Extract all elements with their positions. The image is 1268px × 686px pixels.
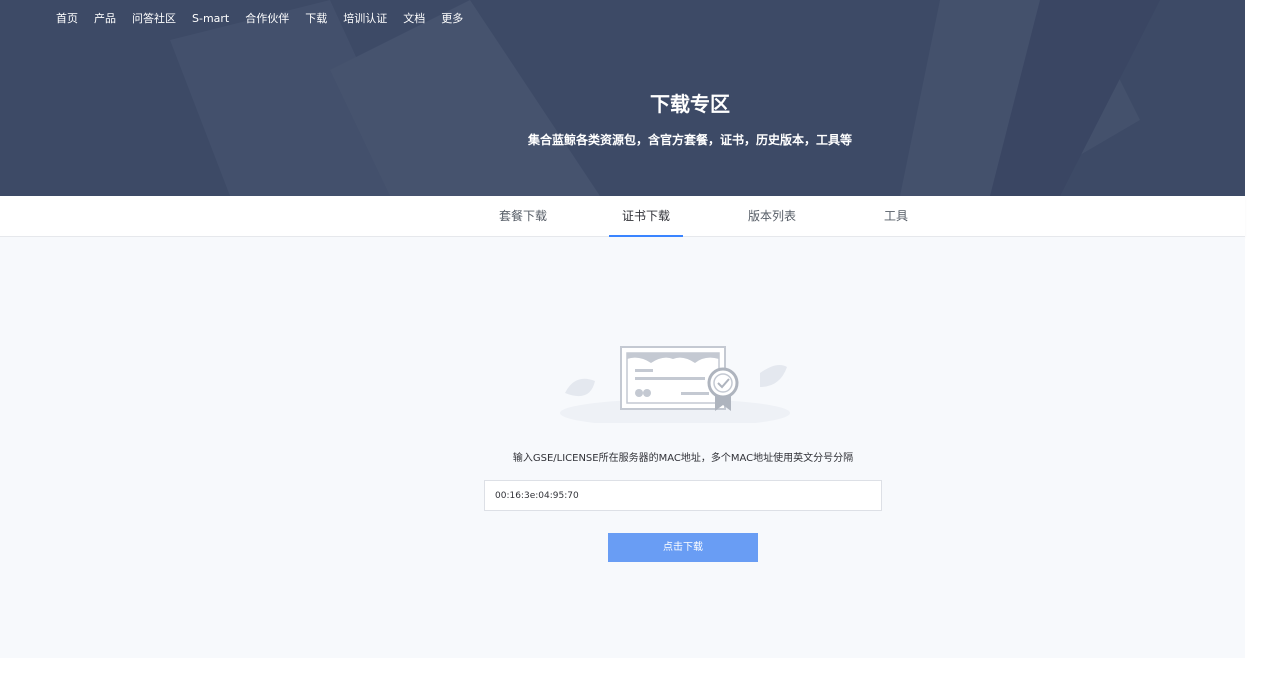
top-nav: 首页 产品 问答社区 S-mart 合作伙伴 下载 培训认证 文档 更多 bbox=[56, 11, 479, 27]
nav-item-download[interactable]: 下载 bbox=[305, 11, 327, 27]
page-subtitle: 集合蓝鲸各类资源包，含官方套餐，证书，历史版本，工具等 bbox=[527, 133, 852, 147]
nav-item-partners[interactable]: 合作伙伴 bbox=[245, 11, 289, 27]
hero-banner: 首页 产品 问答社区 S-mart 合作伙伴 下载 培训认证 文档 更多 下载专… bbox=[0, 0, 1245, 196]
mac-address-input[interactable] bbox=[484, 480, 882, 511]
tab-version-list[interactable]: 版本列表 bbox=[732, 196, 812, 237]
page-title: 下载专区 bbox=[650, 92, 730, 116]
nav-item-products[interactable]: 产品 bbox=[94, 11, 116, 27]
certificate-panel: 输入GSE/LICENSE所在服务器的MAC地址，多个MAC地址使用英文分号分隔… bbox=[0, 237, 1245, 658]
download-button[interactable]: 点击下载 bbox=[608, 533, 758, 562]
tab-bar: 套餐下载 证书下载 版本列表 工具 bbox=[0, 196, 1245, 237]
nav-item-home[interactable]: 首页 bbox=[56, 11, 78, 27]
tab-certificate-download[interactable]: 证书下载 bbox=[609, 196, 683, 237]
page: 首页 产品 问答社区 S-mart 合作伙伴 下载 培训认证 文档 更多 下载专… bbox=[0, 0, 1268, 686]
tab-package-download[interactable]: 套餐下载 bbox=[483, 196, 563, 237]
nav-item-training[interactable]: 培训认证 bbox=[343, 11, 387, 27]
nav-item-community[interactable]: 问答社区 bbox=[132, 11, 176, 27]
certificate-icon bbox=[560, 346, 790, 423]
nav-item-smart[interactable]: S-mart bbox=[192, 11, 229, 27]
nav-item-docs[interactable]: 文档 bbox=[403, 11, 425, 27]
nav-item-more[interactable]: 更多 bbox=[441, 11, 463, 27]
mac-address-hint: 输入GSE/LICENSE所在服务器的MAC地址，多个MAC地址使用英文分号分隔 bbox=[512, 453, 854, 464]
tab-tools[interactable]: 工具 bbox=[860, 196, 932, 237]
